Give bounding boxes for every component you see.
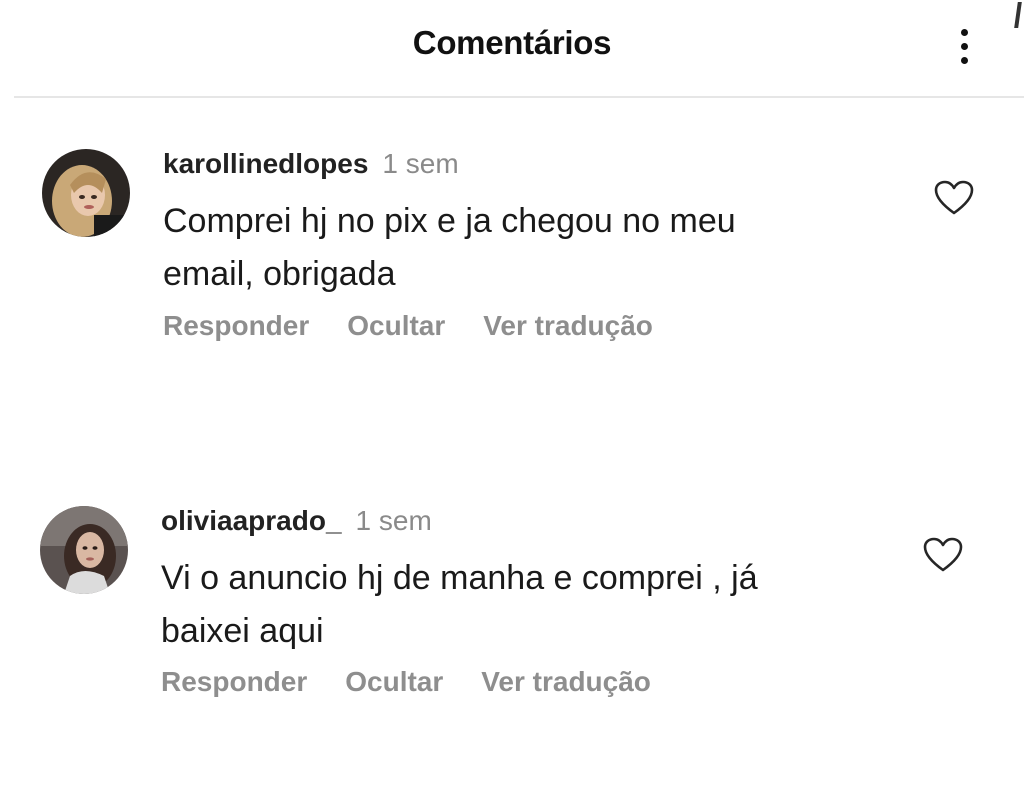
comment-actions: Responder Ocultar Ver tradução (163, 310, 691, 342)
comment-timestamp: 1 sem (355, 505, 432, 536)
comment-text-line: email, obrigada (163, 255, 396, 293)
more-vertical-icon-dot (960, 42, 968, 50)
comment-timestamp: 1 sem (382, 148, 459, 179)
comment-meta: oliviaaprado_ 1 sem (161, 505, 432, 537)
comment-meta: karollinedlopes 1 sem (163, 148, 459, 180)
comment-text-line: Comprei hj no pix e ja chegou no meu (163, 202, 736, 240)
more-options-button[interactable] (944, 24, 984, 68)
header-divider (14, 96, 1024, 98)
hide-button[interactable]: Ocultar (347, 310, 445, 341)
avatar[interactable] (40, 506, 128, 594)
comment-username[interactable]: oliviaaprado_ (161, 505, 342, 536)
see-translation-button[interactable]: Ver tradução (481, 666, 651, 697)
avatar[interactable] (42, 149, 130, 237)
see-translation-button[interactable]: Ver tradução (483, 310, 653, 341)
reply-button[interactable]: Responder (163, 310, 309, 341)
header: Comentários (0, 0, 1024, 96)
comment-text-line: Vi o anuncio hj de manha e comprei , já (161, 559, 758, 597)
comment-text: Comprei hj no pix e ja chegou no meu ema… (163, 195, 883, 301)
more-vertical-icon-dot (960, 56, 968, 64)
more-vertical-icon (960, 28, 968, 36)
comment-text-line: baixei aqui (161, 612, 324, 650)
page-title: Comentários (412, 24, 612, 61)
comments-screen: Comentários karollinedlopes 1 sem Compre… (0, 0, 1024, 792)
comment-username[interactable]: karollinedlopes (163, 148, 368, 179)
comment-text: Vi o anuncio hj de manha e comprei , já … (161, 552, 881, 658)
heart-icon[interactable] (923, 537, 963, 573)
reply-button[interactable]: Responder (161, 666, 307, 697)
comment-actions: Responder Ocultar Ver tradução (161, 666, 689, 698)
hide-button[interactable]: Ocultar (345, 666, 443, 697)
heart-icon[interactable] (934, 180, 974, 216)
